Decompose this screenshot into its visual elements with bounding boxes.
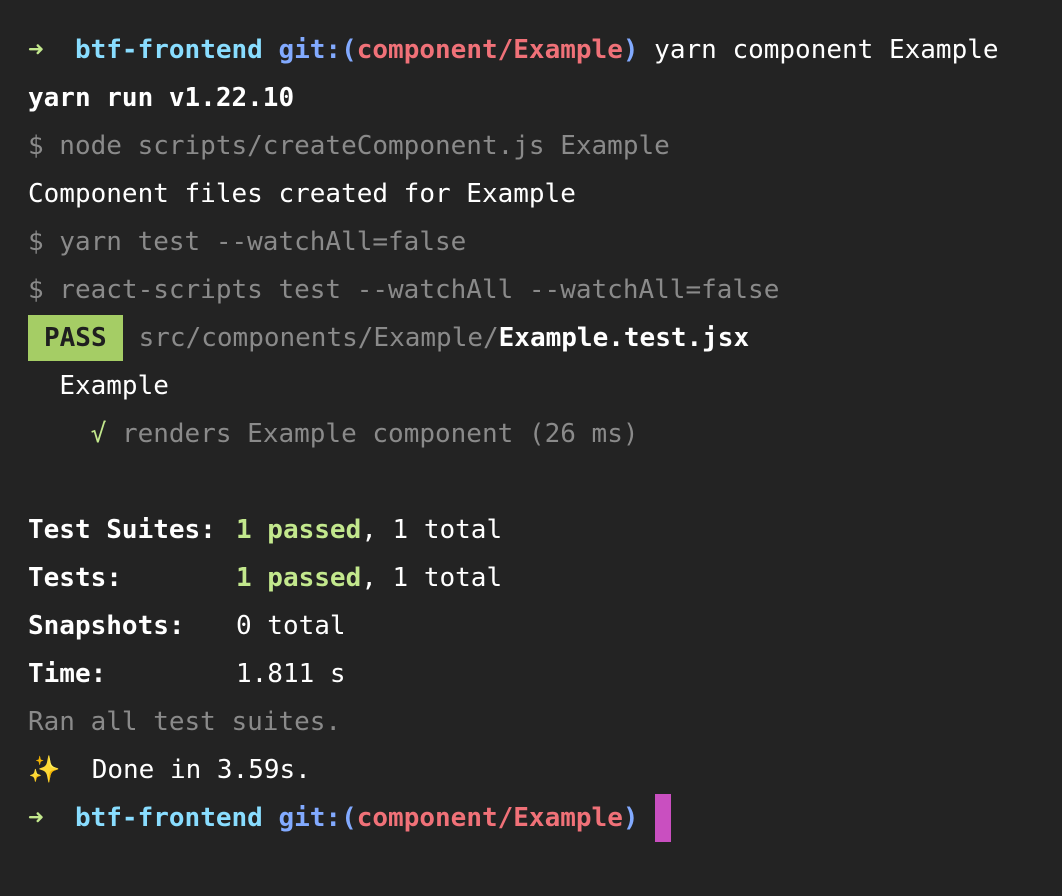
- summary-tests-passed: 1 passed: [236, 563, 362, 593]
- checkmark-icon: √: [90, 419, 107, 449]
- prompt-git-close: ): [622, 803, 639, 833]
- summary-suites-line: Test Suites: 1 passed, 1 total: [28, 506, 1034, 554]
- prompt-directory: btf-frontend: [74, 35, 263, 65]
- test-case-line: √ renders Example component (26 ms): [28, 410, 1034, 458]
- prompt-branch: component/Example: [356, 803, 623, 833]
- summary-suites-label: Test Suites:: [28, 515, 216, 545]
- summary-time-label: Time:: [28, 659, 107, 689]
- terminal-cursor[interactable]: [654, 794, 671, 842]
- summary-suites-passed: 1 passed: [236, 515, 362, 545]
- react-scripts-line: $ react-scripts test --watchAll --watchA…: [28, 275, 780, 305]
- pass-badge: PASS: [28, 315, 123, 361]
- ran-all-line: Ran all test suites.: [28, 707, 342, 737]
- prompt-git-open: git:(: [278, 35, 357, 65]
- summary-snapshots-line: Snapshots: 0 total: [28, 602, 1034, 650]
- prompt-git-close: ): [622, 35, 639, 65]
- prompt-directory: btf-frontend: [74, 803, 263, 833]
- prompt-command: yarn component Example: [654, 35, 999, 65]
- summary-time-value: 1.811 s: [236, 659, 346, 689]
- summary-suites-total: , 1 total: [361, 515, 503, 545]
- prompt-branch: component/Example: [356, 35, 623, 65]
- summary-tests-total: , 1 total: [361, 563, 503, 593]
- done-text: Done in 3.59s.: [91, 755, 311, 785]
- prompt-arrow-icon: ➜: [28, 803, 44, 833]
- test-file-result: PASS src/components/Example/Example.test.…: [28, 314, 1034, 362]
- prompt-arrow-icon: ➜: [28, 35, 44, 65]
- test-suite-name-line: Example: [28, 362, 1034, 410]
- test-file-path: src/components/Example/: [138, 323, 499, 353]
- prompt-git-open: git:(: [278, 803, 357, 833]
- summary-snapshots-label: Snapshots:: [28, 611, 185, 641]
- yarn-run-line: yarn run v1.22.10: [28, 83, 295, 113]
- test-file-name: Example.test.jsx: [498, 323, 750, 353]
- sparkles-icon: ✨: [28, 755, 61, 785]
- terminal-window[interactable]: ➜ btf-frontend git:(component/Example) y…: [0, 0, 1062, 896]
- summary-snapshots-value: 0 total: [236, 611, 346, 641]
- component-created-line: Component files created for Example: [28, 179, 576, 209]
- prompt-line-2[interactable]: ➜ btf-frontend git:(component/Example): [28, 794, 1034, 842]
- done-line: ✨ Done in 3.59s.: [28, 746, 1034, 794]
- summary-tests-line: Tests: 1 passed, 1 total: [28, 554, 1034, 602]
- prompt-line-1: ➜ btf-frontend git:(component/Example) y…: [28, 26, 1034, 74]
- test-suite-name: Example: [59, 371, 169, 401]
- summary-tests-label: Tests:: [28, 563, 122, 593]
- yarn-test-line: $ yarn test --watchAll=false: [28, 227, 467, 257]
- summary-time-line: Time: 1.811 s: [28, 650, 1034, 698]
- test-case-name: renders Example component (26 ms): [121, 419, 639, 449]
- node-command-line: $ node scripts/createComponent.js Exampl…: [28, 131, 670, 161]
